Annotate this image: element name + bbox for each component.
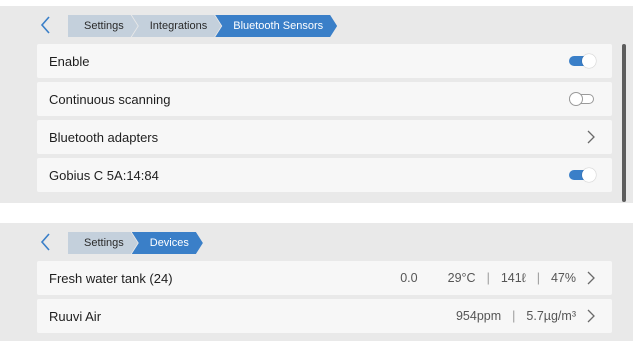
continuous-scanning-row[interactable]: Continuous scanning xyxy=(37,82,612,116)
enable-label: Enable xyxy=(49,53,90,69)
continuous-scanning-toggle[interactable] xyxy=(569,92,596,106)
gobius-sensor-toggle[interactable] xyxy=(569,168,596,182)
enable-row[interactable]: Enable xyxy=(37,44,612,78)
chevron-right-icon xyxy=(587,309,595,323)
fresh-water-tank-row[interactable]: Fresh water tank (24) 0.0 29°C | 141ℓ | … xyxy=(37,261,612,295)
tank-percent: 47% xyxy=(550,271,576,285)
back-button[interactable] xyxy=(36,231,56,253)
gobius-sensor-row[interactable]: Gobius C 5A:14:84 xyxy=(37,158,612,192)
breadcrumb: Settings Devices xyxy=(0,223,633,259)
continuous-scanning-label: Continuous scanning xyxy=(49,91,171,107)
chevron-left-icon xyxy=(40,16,50,34)
bluetooth-adapters-label: Bluetooth adapters xyxy=(49,129,159,145)
enable-toggle[interactable] xyxy=(569,54,596,68)
back-button[interactable] xyxy=(36,14,56,36)
ruuvi-air-label: Ruuvi Air xyxy=(49,308,102,324)
tank-temperature: 29°C xyxy=(447,271,476,285)
breadcrumb: Settings Integrations Bluetooth Sensors xyxy=(0,6,633,42)
gobius-sensor-label: Gobius C 5A:14:84 xyxy=(49,167,159,183)
chevron-right-icon xyxy=(587,130,595,144)
scrollbar[interactable] xyxy=(622,44,626,202)
bluetooth-sensors-panel: Settings Integrations Bluetooth Sensors … xyxy=(0,6,633,203)
devices-panel: Settings Devices Fresh water tank (24) 0… xyxy=(0,223,633,341)
ruuvi-co2: 954ppm xyxy=(455,309,502,323)
ruuvi-pm: 5.7µg/m³ xyxy=(526,309,576,323)
breadcrumb-settings[interactable]: Settings xyxy=(68,15,138,37)
breadcrumb-integrations[interactable]: Integrations xyxy=(132,15,221,37)
breadcrumb-settings[interactable]: Settings xyxy=(68,232,138,254)
chevron-right-icon xyxy=(587,271,595,285)
bluetooth-adapters-row[interactable]: Bluetooth adapters xyxy=(37,120,612,154)
chevron-left-icon xyxy=(40,233,50,251)
breadcrumb-bluetooth-sensors[interactable]: Bluetooth Sensors xyxy=(215,15,337,37)
ruuvi-air-row[interactable]: Ruuvi Air 954ppm | 5.7µg/m³ xyxy=(37,299,612,333)
fresh-water-tank-label: Fresh water tank (24) xyxy=(49,270,173,286)
tank-value: 0.0 xyxy=(400,271,418,285)
tank-volume: 141ℓ xyxy=(500,271,526,285)
breadcrumb-devices[interactable]: Devices xyxy=(132,232,203,254)
